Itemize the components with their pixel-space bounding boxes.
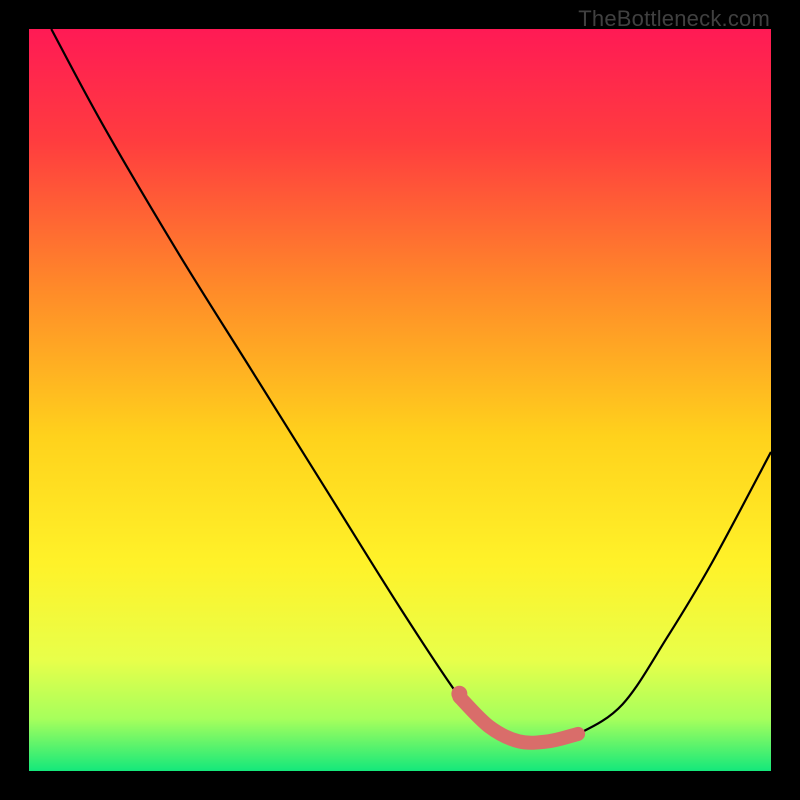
accent-segment bbox=[459, 697, 578, 743]
watermark-label: TheBottleneck.com bbox=[578, 6, 770, 32]
bottleneck-curve bbox=[29, 29, 771, 771]
curve-path bbox=[51, 29, 771, 743]
chart-frame bbox=[29, 29, 771, 771]
